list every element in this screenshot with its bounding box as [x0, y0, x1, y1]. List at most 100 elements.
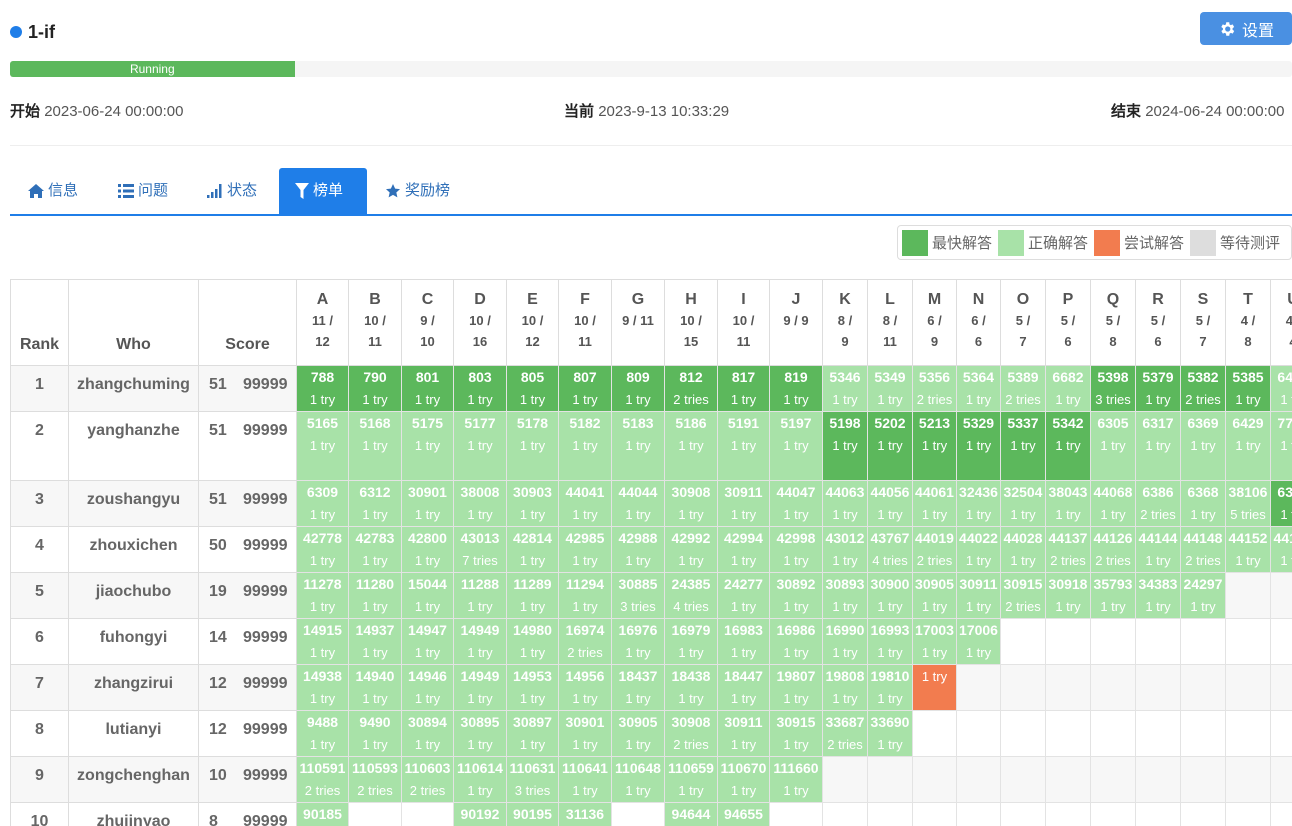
- problem-cell-g[interactable]: 42988 1 try: [612, 527, 665, 573]
- problem-cell-f[interactable]: 14956 1 try: [559, 665, 612, 711]
- problem-header-i[interactable]: I 10 / 11: [718, 280, 770, 366]
- problem-cell-j[interactable]: 819 1 try: [770, 366, 823, 412]
- problem-cell-p[interactable]: 38043 1 try: [1046, 481, 1091, 527]
- user-cell[interactable]: yanghanzhe: [69, 412, 199, 481]
- user-cell[interactable]: lutianyi: [69, 711, 199, 757]
- problem-cell-r[interactable]: 34383 1 try: [1136, 573, 1181, 619]
- problem-cell-c[interactable]: 5175 1 try: [402, 412, 454, 481]
- problem-cell-e[interactable]: 30903 1 try: [507, 481, 559, 527]
- problem-cell-j[interactable]: 42998 1 try: [770, 527, 823, 573]
- problem-cell-q[interactable]: 44068 1 try: [1091, 481, 1136, 527]
- problem-header-b[interactable]: B 10 / 11: [349, 280, 402, 366]
- header-who[interactable]: Who: [69, 280, 199, 366]
- problem-cell-j[interactable]: 30915 1 try: [770, 711, 823, 757]
- problem-cell-b[interactable]: 9490 1 try: [349, 711, 402, 757]
- problem-header-m[interactable]: M 6 / 9: [913, 280, 957, 366]
- tab-awards[interactable]: 奖励榜: [369, 168, 466, 214]
- problem-cell-n[interactable]: 32436 1 try: [957, 481, 1001, 527]
- tab-problems[interactable]: 问题: [102, 168, 184, 214]
- problem-header-a[interactable]: A 11 / 12: [297, 280, 349, 366]
- problem-cell-i[interactable]: 94655: [718, 803, 770, 826]
- user-cell[interactable]: zongchenghan: [69, 757, 199, 803]
- problem-cell-m[interactable]: 5213 1 try: [913, 412, 957, 481]
- problem-cell-h[interactable]: 5186 1 try: [665, 412, 718, 481]
- problem-cell-f[interactable]: 807 1 try: [559, 366, 612, 412]
- problem-cell-m[interactable]: 17003 1 try: [913, 619, 957, 665]
- problem-cell-p[interactable]: 6682 1 try: [1046, 366, 1091, 412]
- problem-cell-e[interactable]: 42814 1 try: [507, 527, 559, 573]
- problem-cell-j[interactable]: 16986 1 try: [770, 619, 823, 665]
- problem-cell-t[interactable]: 44152 1 try: [1226, 527, 1271, 573]
- problem-cell-c[interactable]: 15044 1 try: [402, 573, 454, 619]
- problem-cell-j[interactable]: 111660 1 try: [770, 757, 823, 803]
- problem-cell-k[interactable]: 44063 1 try: [823, 481, 868, 527]
- problem-cell-b[interactable]: 110593 2 tries: [349, 757, 402, 803]
- problem-cell-g[interactable]: 18437 1 try: [612, 665, 665, 711]
- problem-cell-f[interactable]: 44041 1 try: [559, 481, 612, 527]
- problem-cell-n[interactable]: 30911 1 try: [957, 573, 1001, 619]
- problem-header-r[interactable]: R 5 / 6: [1136, 280, 1181, 366]
- user-cell[interactable]: zhangzirui: [69, 665, 199, 711]
- problem-cell-h[interactable]: 16979 1 try: [665, 619, 718, 665]
- problem-header-j[interactable]: J 9 / 9: [770, 280, 823, 366]
- problem-cell-i[interactable]: 18447 1 try: [718, 665, 770, 711]
- problem-cell-b[interactable]: 14937 1 try: [349, 619, 402, 665]
- problem-header-d[interactable]: D 10 / 16: [454, 280, 507, 366]
- header-score[interactable]: Score: [199, 280, 297, 366]
- problem-cell-d[interactable]: 803 1 try: [454, 366, 507, 412]
- problem-cell-f[interactable]: 16974 2 tries: [559, 619, 612, 665]
- problem-cell-o[interactable]: 5389 2 tries: [1001, 366, 1046, 412]
- problem-header-p[interactable]: P 5 / 6: [1046, 280, 1091, 366]
- problem-cell-a[interactable]: 14938 1 try: [297, 665, 349, 711]
- problem-cell-f[interactable]: 5182 1 try: [559, 412, 612, 481]
- header-rank[interactable]: Rank: [11, 280, 69, 366]
- problem-header-c[interactable]: C 9 / 10: [402, 280, 454, 366]
- problem-cell-c[interactable]: 30894 1 try: [402, 711, 454, 757]
- user-cell[interactable]: zhujinyao: [69, 803, 199, 826]
- problem-cell-d[interactable]: 14949 1 try: [454, 619, 507, 665]
- problem-cell-d[interactable]: 14949 1 try: [454, 665, 507, 711]
- problem-cell-h[interactable]: 110659 1 try: [665, 757, 718, 803]
- user-cell[interactable]: jiaochubo: [69, 573, 199, 619]
- problem-cell-b[interactable]: 5168 1 try: [349, 412, 402, 481]
- problem-cell-l[interactable]: 33690 1 try: [868, 711, 913, 757]
- problem-cell-n[interactable]: 5364 1 try: [957, 366, 1001, 412]
- problem-cell-i[interactable]: 42994 1 try: [718, 527, 770, 573]
- problem-cell-k[interactable]: 5198 1 try: [823, 412, 868, 481]
- problem-cell-g[interactable]: 16976 1 try: [612, 619, 665, 665]
- problem-cell-m[interactable]: 5356 2 tries: [913, 366, 957, 412]
- problem-cell-c[interactable]: 14946 1 try: [402, 665, 454, 711]
- problem-cell-i[interactable]: 817 1 try: [718, 366, 770, 412]
- problem-cell-u[interactable]: 6372 1 try: [1271, 481, 1292, 527]
- problem-cell-g[interactable]: 809 1 try: [612, 366, 665, 412]
- problem-cell-k[interactable]: 30893 1 try: [823, 573, 868, 619]
- problem-cell-f[interactable]: 30901 1 try: [559, 711, 612, 757]
- problem-cell-d[interactable]: 38008 1 try: [454, 481, 507, 527]
- user-cell[interactable]: zhangchuming: [69, 366, 199, 412]
- problem-cell-b[interactable]: 6312 1 try: [349, 481, 402, 527]
- problem-cell-c[interactable]: 42800 1 try: [402, 527, 454, 573]
- problem-header-h[interactable]: H 10 / 15: [665, 280, 718, 366]
- problem-cell-e[interactable]: 30897 1 try: [507, 711, 559, 757]
- problem-cell-i[interactable]: 30911 1 try: [718, 481, 770, 527]
- problem-header-g[interactable]: G 9 / 11: [612, 280, 665, 366]
- problem-cell-r[interactable]: 5379 1 try: [1136, 366, 1181, 412]
- problem-cell-b[interactable]: 14940 1 try: [349, 665, 402, 711]
- problem-cell-s[interactable]: 6368 1 try: [1181, 481, 1226, 527]
- problem-cell-k[interactable]: 19808 1 try: [823, 665, 868, 711]
- problem-cell-i[interactable]: 16983 1 try: [718, 619, 770, 665]
- problem-cell-f[interactable]: 110641 1 try: [559, 757, 612, 803]
- tab-ranklist[interactable]: 榜单: [279, 168, 367, 214]
- problem-cell-a[interactable]: 788 1 try: [297, 366, 349, 412]
- problem-cell-q[interactable]: 44126 2 tries: [1091, 527, 1136, 573]
- problem-cell-i[interactable]: 110670 1 try: [718, 757, 770, 803]
- problem-header-t[interactable]: T 4 / 8: [1226, 280, 1271, 366]
- problem-cell-h[interactable]: 812 2 tries: [665, 366, 718, 412]
- problem-cell-r[interactable]: 44144 1 try: [1136, 527, 1181, 573]
- tab-info[interactable]: 信息: [12, 168, 94, 214]
- problem-cell-a[interactable]: 9488 1 try: [297, 711, 349, 757]
- problem-cell-m[interactable]: 44061 1 try: [913, 481, 957, 527]
- problem-header-s[interactable]: S 5 / 7: [1181, 280, 1226, 366]
- problem-cell-k[interactable]: 16990 1 try: [823, 619, 868, 665]
- problem-cell-l[interactable]: 5349 1 try: [868, 366, 913, 412]
